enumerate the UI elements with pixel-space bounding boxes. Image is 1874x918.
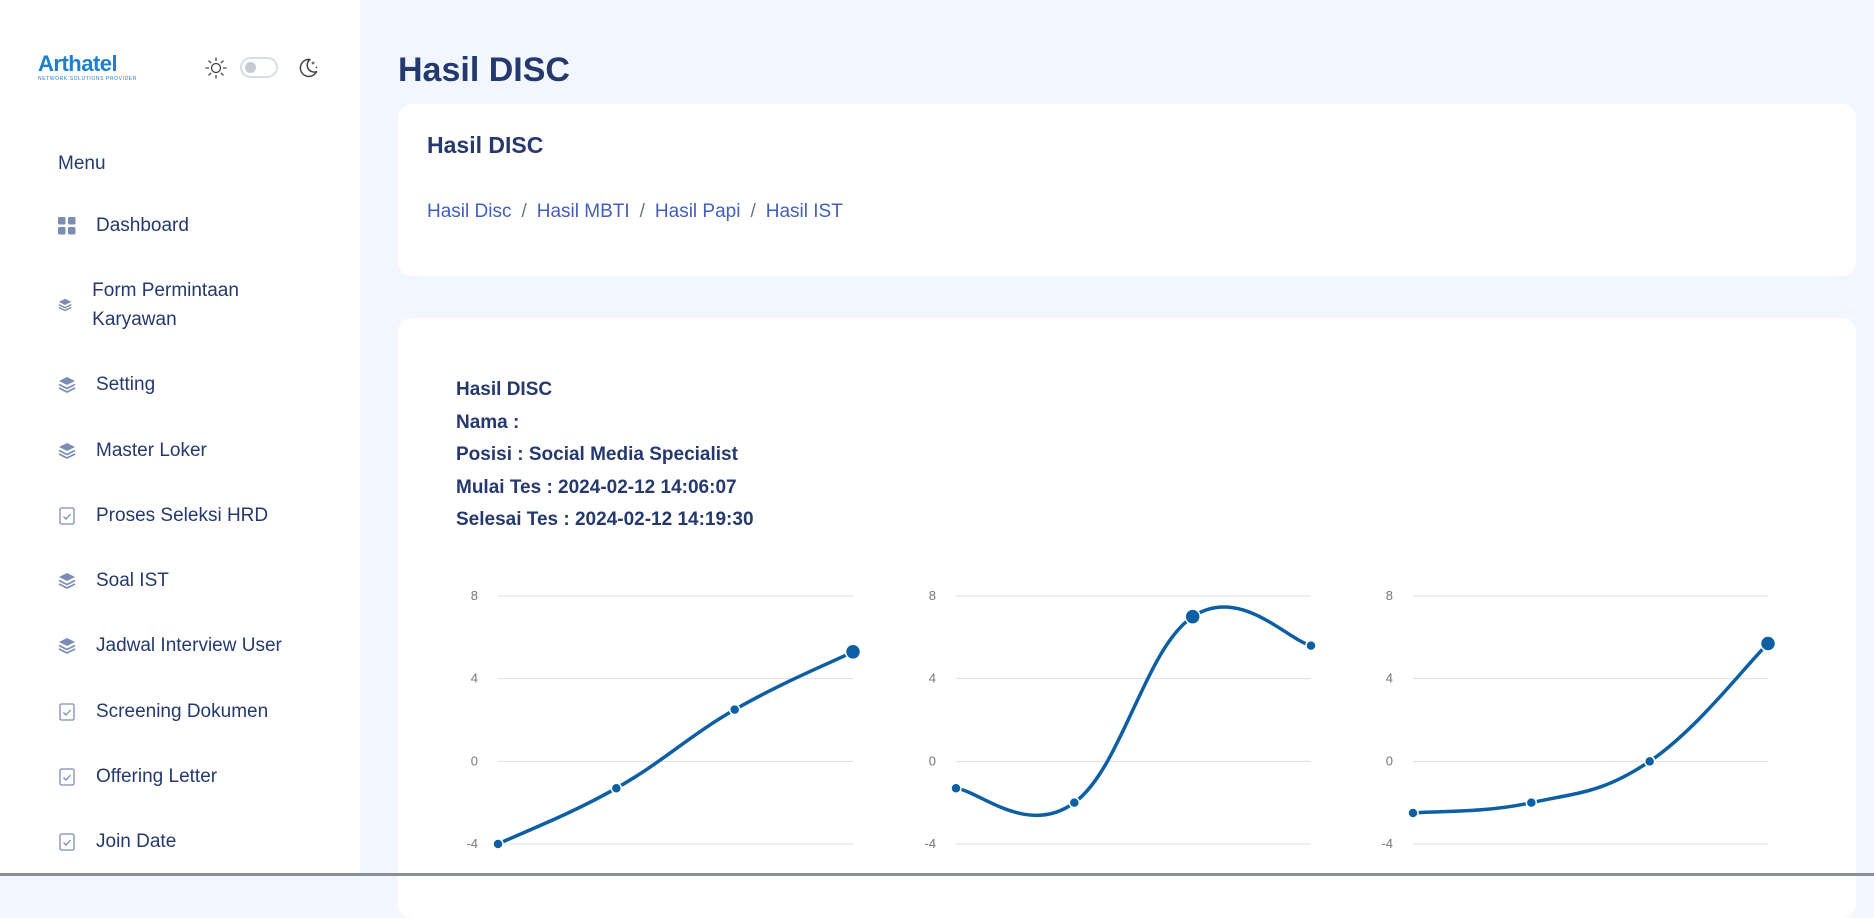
sidebar-item-label: Form Permintaan Karyawan (92, 280, 239, 330)
chart-1-point (492, 838, 504, 850)
sidebar-item-soal-ist[interactable]: Soal IST (58, 566, 169, 595)
chart-3-point (1525, 796, 1538, 809)
sidebar-item-jadwal-interview-user[interactable]: Jadwal Interview User (58, 631, 282, 660)
sidebar-item-label: Offering Letter (96, 766, 218, 787)
chart-3-tick-label: -4 (1381, 836, 1393, 851)
sidebar-item-label: Soal IST (96, 570, 169, 591)
navigation-card: Hasil DISC Hasil Disc / Hasil MBTI / Has… (398, 104, 1856, 276)
stack-icon (58, 442, 76, 459)
sidebar: Arthatel NETWORK SOLUTIONS PROVIDER Menu (0, 0, 360, 876)
moon-icon (299, 58, 318, 78)
brand-logo[interactable]: Arthatel NETWORK SOLUTIONS PROVIDER (38, 51, 137, 83)
chart-1-tick-label: 8 (471, 588, 478, 603)
sidebar-item-master-loker[interactable]: Master Loker (58, 436, 207, 465)
chart-3-point (1643, 755, 1656, 768)
breadcrumb-link-hasil-ist[interactable]: Hasil IST (766, 201, 843, 223)
breadcrumb-link-hasil-mbti[interactable]: Hasil MBTI (537, 201, 630, 223)
breadcrumb: Hasil Disc / Hasil MBTI / Hasil Papi / H… (427, 201, 843, 223)
sidebar-item-join-date[interactable]: Join Date (58, 827, 176, 856)
chart-2-tick-label: -4 (924, 836, 936, 851)
disc-charts: 8 4 0 -4 8 4 0 -4 8 4 0 -4 (466, 588, 1777, 851)
menu-title: Menu (58, 153, 106, 174)
chart-3-tick-label: 8 (1386, 588, 1393, 603)
chart-1-tick-label: 4 (471, 671, 478, 686)
checklist-icon (59, 767, 75, 786)
result-card: Hasil DISC Nama : Posisi : Social Media … (398, 318, 1856, 918)
stack-icon (58, 298, 72, 312)
chart-3-point (1759, 635, 1777, 652)
sidebar-item-dashboard[interactable]: Dashboard (58, 211, 189, 240)
chart-2-point (950, 782, 962, 794)
sun-icon (205, 57, 227, 79)
sidebar-item-screening-dokumen[interactable]: Screening Dokumen (58, 697, 268, 726)
sidebar-item-form-permintaan-karyawan[interactable]: Form Permintaan Karyawan (58, 276, 278, 334)
breadcrumb-link-hasil-disc[interactable]: Hasil Disc (427, 201, 511, 223)
chart-2-tick-label: 4 (929, 671, 936, 686)
sidebar-item-label: Proses Seleksi HRD (96, 505, 269, 526)
chart-1-point (728, 703, 741, 716)
sidebar-item-setting[interactable]: Setting (58, 370, 155, 399)
stack-icon (58, 637, 76, 654)
chart-2-point (1305, 639, 1317, 652)
chart-1-tick-label: -4 (466, 836, 478, 851)
checklist-icon (59, 506, 75, 525)
chart-1-tick-label: 0 (471, 753, 478, 768)
breadcrumb-separator: / (521, 201, 527, 222)
chart-1-point (844, 643, 862, 661)
sidebar-item-proses-seleksi-hrd[interactable]: Proses Seleksi HRD (58, 501, 268, 530)
sidebar-item-label: Master Loker (96, 440, 207, 461)
sidebar-item-label: Join Date (96, 831, 177, 852)
checklist-icon (59, 702, 75, 721)
grid-icon (58, 216, 76, 234)
stack-icon (58, 376, 76, 393)
breadcrumb-separator: / (750, 201, 756, 222)
chart-3-series-line (1411, 641, 1770, 815)
switch-knob (245, 62, 256, 73)
chart-2-tick-label: 8 (929, 588, 936, 603)
sidebar-item-offering-letter[interactable]: Offering Letter (58, 762, 217, 791)
sidebar-item-label: Screening Dokumen (96, 701, 269, 722)
chart-2-series-line (954, 605, 1313, 817)
brand-name: Arthatel (38, 51, 118, 76)
chart-2-point (1184, 608, 1201, 625)
chart-2-tick-label: 0 (929, 753, 936, 768)
sidebar-item-label: Jadwal Interview User (96, 635, 282, 656)
dark-mode-switch[interactable] (240, 57, 278, 78)
sidebar-item-label: Dashboard (96, 215, 189, 236)
page-title: Hasil DISC (398, 51, 570, 89)
checklist-icon (59, 832, 75, 851)
chart-3-tick-label: 0 (1386, 753, 1393, 768)
chart-3-point (1407, 807, 1419, 819)
stack-icon (58, 572, 76, 589)
chart-3-tick-label: 4 (1386, 671, 1393, 686)
chart-2-point (1068, 796, 1081, 809)
breadcrumb-separator: / (639, 201, 645, 222)
breadcrumb-link-hasil-papi[interactable]: Hasil Papi (655, 201, 741, 223)
brand-tagline: NETWORK SOLUTIONS PROVIDER (38, 76, 137, 82)
card-title: Hasil DISC (427, 132, 544, 158)
chart-1-point (610, 782, 623, 794)
theme-toggle (204, 56, 318, 80)
chart-1-series-line (496, 650, 855, 846)
sidebar-item-label: Setting (96, 374, 156, 395)
